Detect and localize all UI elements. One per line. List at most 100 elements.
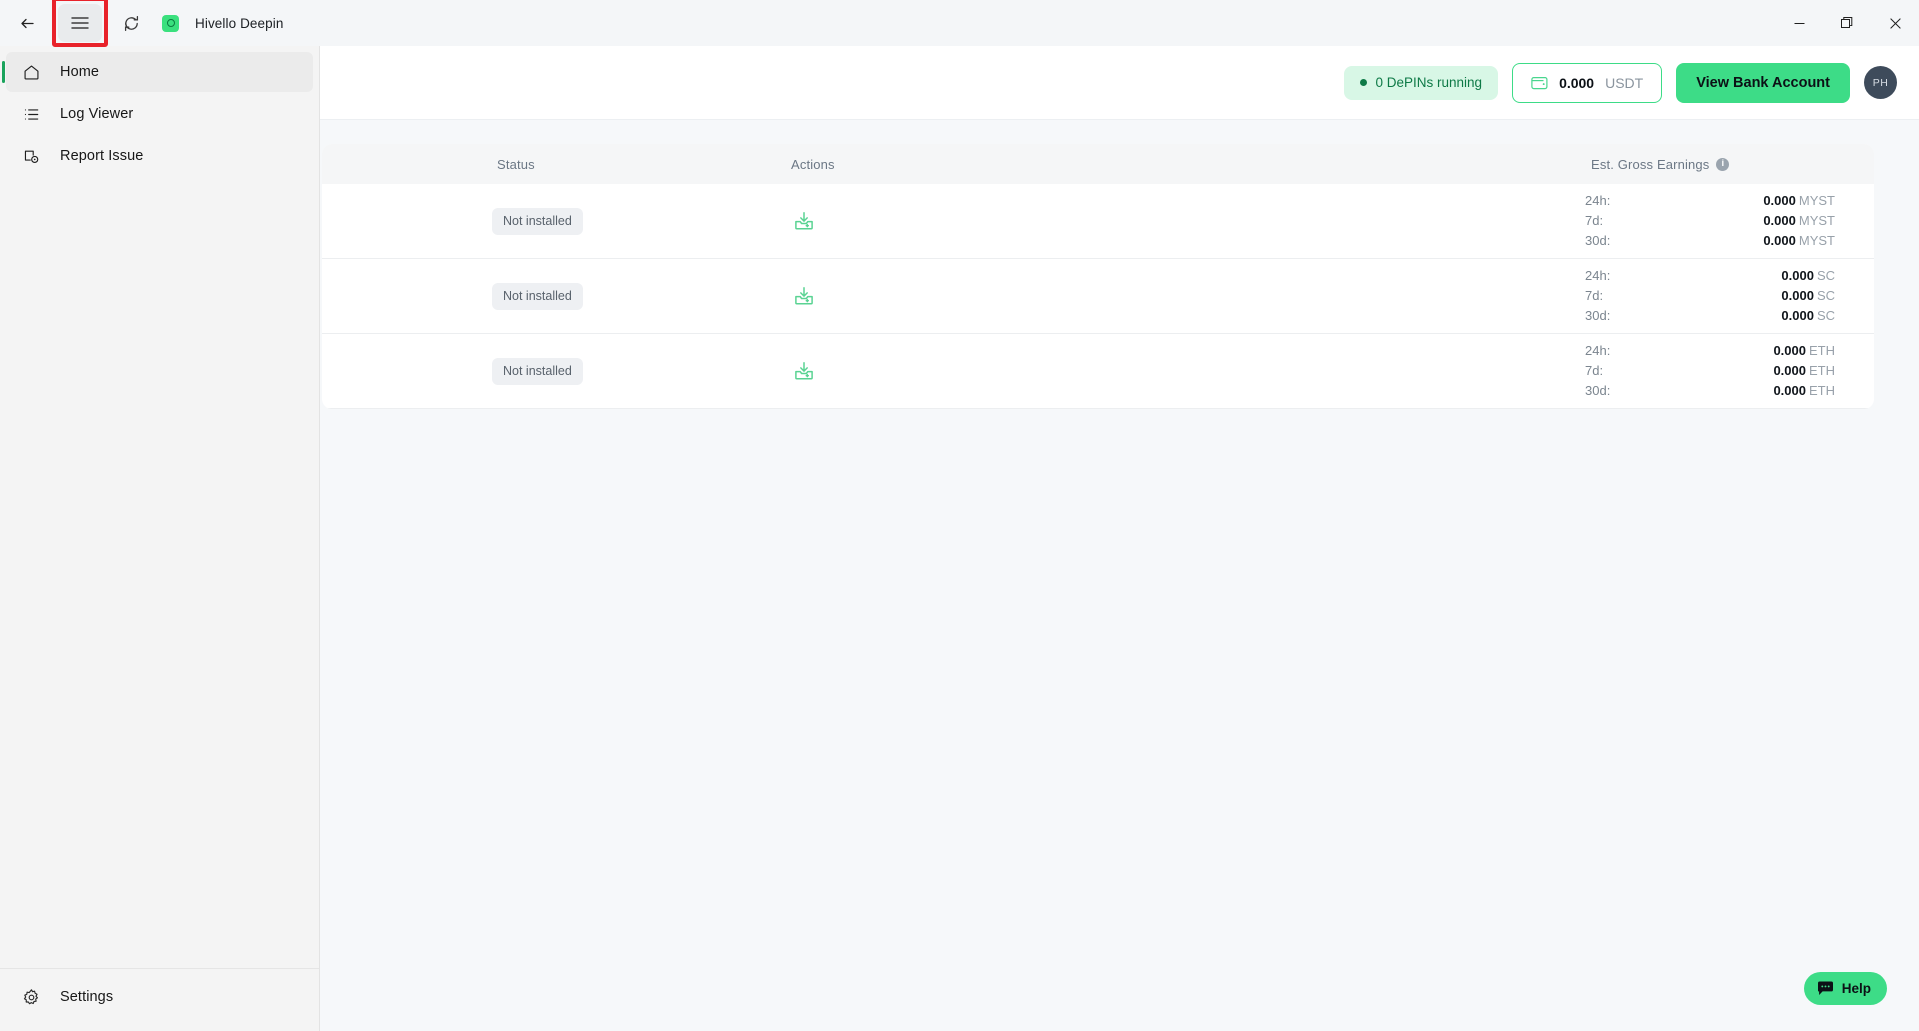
window-controls	[1775, 0, 1919, 46]
install-download-icon[interactable]	[787, 204, 821, 238]
sidebar-item-label: Log Viewer	[60, 106, 133, 122]
status-badge: Not installed	[492, 208, 583, 235]
earnings-period: 24h:	[1585, 266, 1610, 286]
earnings-value-group: 0.000SC	[1781, 306, 1835, 326]
minimize-button[interactable]	[1775, 0, 1823, 46]
earnings-list: 24h:0.000SC7d:0.000SC30d:0.000SC	[1585, 266, 1835, 326]
home-icon	[20, 61, 42, 83]
sidebar-item-label: Report Issue	[60, 148, 143, 164]
table-row: Not installed24h:0.000ETH7d:0.000ETH30d:…	[322, 334, 1874, 409]
earnings-amount: 0.000	[1763, 233, 1796, 248]
user-avatar[interactable]: PH	[1864, 66, 1897, 99]
column-header-status: Status	[322, 157, 622, 172]
earnings-value-group: 0.000SC	[1781, 286, 1835, 306]
earnings-period: 30d:	[1585, 381, 1610, 401]
hamburger-menu-icon[interactable]	[58, 4, 102, 42]
earnings-row: 7d: 0.000ETH	[1585, 361, 1835, 381]
earnings-amount: 0.000	[1781, 308, 1814, 323]
column-header-earnings-label: Est. Gross Earnings	[1591, 157, 1709, 172]
info-icon[interactable]: i	[1716, 158, 1729, 171]
earnings-value-group: 0.000MYST	[1763, 191, 1835, 211]
earnings-unit: SC	[1817, 308, 1835, 323]
sidebar-footer: Settings	[0, 968, 319, 1031]
view-bank-account-button[interactable]: View Bank Account	[1676, 63, 1850, 103]
earnings-value-group: 0.000ETH	[1773, 341, 1835, 361]
earnings-list: 24h:0.000ETH7d:0.000ETH30d:0.000ETH	[1585, 341, 1835, 401]
earnings-row: 30d: 0.000ETH	[1585, 381, 1835, 401]
table-header-row: Status Actions Est. Gross Earnings i	[322, 144, 1874, 184]
sidebar-nav-list: Home Log Viewer Report Issue	[0, 46, 319, 178]
earnings-period: 24h:	[1585, 341, 1610, 361]
maximize-restore-button[interactable]	[1823, 0, 1871, 46]
close-button[interactable]	[1871, 0, 1919, 46]
earnings-amount: 0.000	[1781, 288, 1814, 303]
earnings-row: 7d: 0.000MYST	[1585, 211, 1835, 231]
refresh-icon[interactable]	[114, 6, 148, 40]
earnings-amount: 0.000	[1773, 383, 1806, 398]
status-dot-icon	[1360, 79, 1367, 86]
cell-earnings: 24h:0.000SC7d:0.000SC30d:0.000SC	[1072, 266, 1874, 326]
cell-status: Not installed	[322, 358, 622, 385]
earnings-unit: ETH	[1809, 383, 1835, 398]
earnings-row: 24h: 0.000MYST	[1585, 191, 1835, 211]
sidebar-item-settings[interactable]: Settings	[6, 977, 313, 1017]
install-download-icon[interactable]	[787, 354, 821, 388]
wallet-amount: 0.000	[1559, 75, 1594, 91]
earnings-unit: SC	[1817, 268, 1835, 283]
cell-status: Not installed	[322, 283, 622, 310]
column-header-actions: Actions	[622, 157, 1072, 172]
table-body: Not installed24h:0.000MYST7d:0.000MYST30…	[322, 184, 1874, 409]
depins-status-label: 0 DePINs running	[1376, 75, 1483, 90]
help-button-label: Help	[1842, 981, 1871, 996]
depins-status-badge[interactable]: 0 DePINs running	[1344, 66, 1499, 100]
earnings-value-group: 0.000SC	[1781, 266, 1835, 286]
sidebar-active-indicator	[2, 61, 5, 83]
earnings-amount: 0.000	[1763, 193, 1796, 208]
install-download-icon[interactable]	[787, 279, 821, 313]
earnings-period: 30d:	[1585, 306, 1610, 326]
sidebar-item-report-issue[interactable]: Report Issue	[6, 136, 313, 176]
earnings-amount: 0.000	[1781, 268, 1814, 283]
earnings-unit: MYST	[1799, 213, 1835, 228]
earnings-unit: ETH	[1809, 343, 1835, 358]
status-badge: Not installed	[492, 358, 583, 385]
wallet-icon	[1531, 75, 1548, 90]
earnings-amount: 0.000	[1763, 213, 1796, 228]
earnings-unit: SC	[1817, 288, 1835, 303]
earnings-period: 7d:	[1585, 361, 1603, 381]
earnings-period: 24h:	[1585, 191, 1610, 211]
earnings-amount: 0.000	[1773, 343, 1806, 358]
gear-icon	[20, 986, 42, 1008]
earnings-unit: ETH	[1809, 363, 1835, 378]
earnings-unit: MYST	[1799, 193, 1835, 208]
earnings-row: 24h: 0.000ETH	[1585, 341, 1835, 361]
table-row: Not installed24h:0.000SC7d:0.000SC30d:0.…	[322, 259, 1874, 334]
cell-earnings: 24h:0.000MYST7d:0.000MYST30d:0.000MYST	[1072, 191, 1874, 251]
titlebar-left-controls: Hivello Deepin	[0, 0, 283, 46]
earnings-period: 7d:	[1585, 211, 1603, 231]
wallet-currency: USDT	[1605, 75, 1643, 91]
cell-actions	[622, 204, 1072, 238]
earnings-period: 30d:	[1585, 231, 1610, 251]
sidebar-item-home[interactable]: Home	[6, 52, 313, 92]
list-icon	[20, 103, 42, 125]
app-title: Hivello Deepin	[195, 16, 283, 31]
earnings-period: 7d:	[1585, 286, 1603, 306]
window-titlebar: Hivello Deepin	[0, 0, 1919, 46]
back-button[interactable]	[10, 6, 44, 40]
earnings-value-group: 0.000ETH	[1773, 361, 1835, 381]
table-row: Not installed24h:0.000MYST7d:0.000MYST30…	[322, 184, 1874, 259]
earnings-row: 24h: 0.000SC	[1585, 266, 1835, 286]
sidebar-item-label: Home	[60, 64, 99, 80]
earnings-amount: 0.000	[1773, 363, 1806, 378]
earnings-value-group: 0.000MYST	[1763, 211, 1835, 231]
menu-button-wrapper	[52, 1, 108, 45]
earnings-row: 7d: 0.000SC	[1585, 286, 1835, 306]
help-button[interactable]: Help	[1804, 972, 1887, 1005]
app-icon	[162, 15, 179, 32]
earnings-value-group: 0.000ETH	[1773, 381, 1835, 401]
report-issue-icon	[20, 145, 42, 167]
wallet-balance-button[interactable]: 0.000 USDT	[1512, 63, 1662, 103]
sidebar-item-log-viewer[interactable]: Log Viewer	[6, 94, 313, 134]
cell-status: Not installed	[322, 208, 622, 235]
